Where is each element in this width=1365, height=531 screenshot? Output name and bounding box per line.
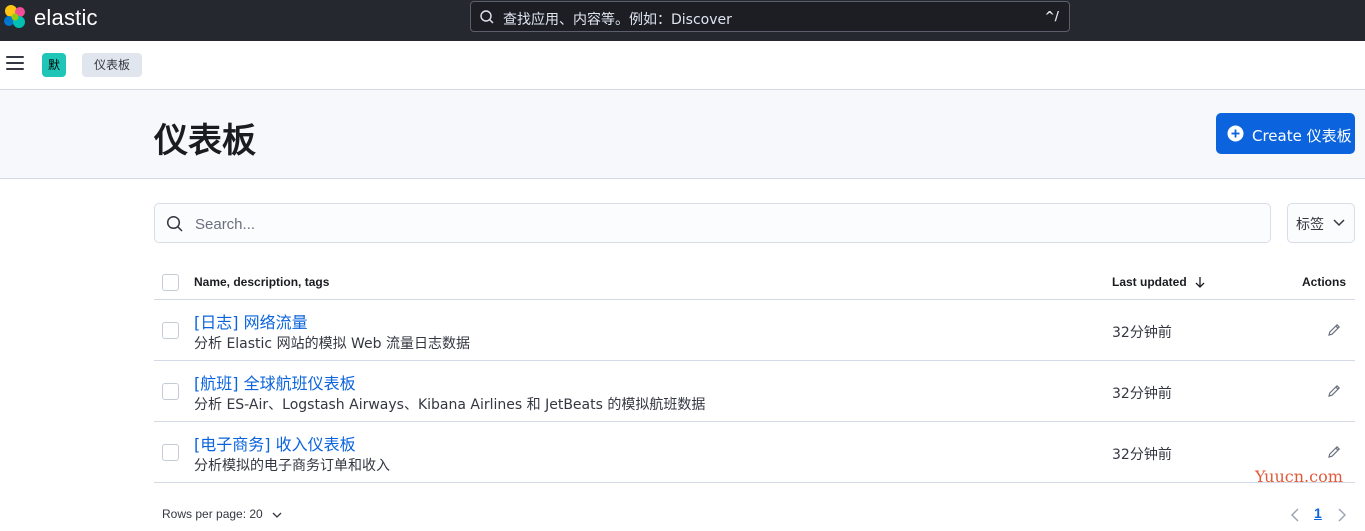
hamburger-menu-icon[interactable]: [6, 56, 24, 72]
global-search-placeholder: 查找应用、内容等。例如：Discover: [503, 12, 732, 28]
pencil-icon[interactable]: [1326, 383, 1342, 399]
chevron-down-icon: [272, 512, 282, 518]
column-name[interactable]: Name, description, tags: [194, 275, 329, 289]
dashboard-title-link[interactable]: [电子商务] 收入仪表板: [194, 431, 356, 455]
search-icon: [480, 10, 494, 24]
rows-per-page-selector[interactable]: Rows per page: 20: [162, 507, 282, 521]
secondary-header: 默 仪表板: [0, 41, 1365, 90]
tags-filter-button[interactable]: 标签: [1287, 203, 1355, 243]
row-checkbox[interactable]: [162, 444, 179, 461]
chevron-left-icon[interactable]: [1290, 508, 1300, 522]
dashboard-title-link[interactable]: [航班] 全球航班仪表板: [194, 370, 356, 394]
column-last-updated[interactable]: Last updated: [1112, 275, 1187, 289]
plus-circle-icon: [1227, 125, 1244, 142]
page-header: 仪表板 Create 仪表板: [0, 90, 1365, 179]
table-header: Name, description, tags Last updated Act…: [154, 264, 1355, 300]
table-row: [日志] 网络流量 分析 Elastic 网站的模拟 Web 流量日志数据 32…: [154, 300, 1355, 361]
last-updated-value: 32分钟前: [1112, 386, 1172, 402]
pagination-page-1[interactable]: 1: [1314, 505, 1322, 521]
chevron-down-icon: [1333, 219, 1345, 227]
logo-text[interactable]: elastic: [34, 5, 98, 31]
dashboard-description: 分析 ES-Air、Logstash Airways、Kibana Airlin…: [194, 397, 706, 413]
tags-filter-label: 标签: [1296, 217, 1324, 233]
search-icon: [166, 215, 183, 232]
row-checkbox[interactable]: [162, 322, 179, 339]
dashboard-description: 分析模拟的电子商务订单和收入: [194, 458, 390, 474]
global-search-bar[interactable]: 查找应用、内容等。例如：Discover ^/: [470, 1, 1070, 32]
dashboards-table: Name, description, tags Last updated Act…: [154, 264, 1355, 483]
chevron-right-icon[interactable]: [1337, 508, 1347, 522]
search-input[interactable]: [193, 212, 1257, 236]
pencil-icon[interactable]: [1326, 322, 1342, 338]
row-checkbox[interactable]: [162, 383, 179, 400]
dashboard-description: 分析 Elastic 网站的模拟 Web 流量日志数据: [194, 336, 471, 352]
breadcrumb: 仪表板: [82, 53, 143, 77]
select-all-checkbox[interactable]: [162, 274, 179, 291]
table-row: [电子商务] 收入仪表板 分析模拟的电子商务订单和收入 32分钟前: [154, 422, 1355, 483]
keyboard-shortcut-hint: ^/: [1044, 9, 1059, 23]
pencil-icon[interactable]: [1326, 444, 1342, 460]
top-header: elastic 查找应用、内容等。例如：Discover ^/: [0, 0, 1365, 41]
dashboard-search-field[interactable]: [154, 203, 1271, 243]
create-dashboard-button[interactable]: Create 仪表板: [1216, 113, 1355, 154]
rows-per-page-label: Rows per page: 20: [162, 507, 263, 521]
dashboard-title-link[interactable]: [日志] 网络流量: [194, 309, 308, 333]
elastic-logo-icon[interactable]: [2, 4, 28, 30]
table-row: [航班] 全球航班仪表板 分析 ES-Air、Logstash Airways、…: [154, 361, 1355, 422]
space-avatar[interactable]: 默: [42, 53, 66, 77]
last-updated-value: 32分钟前: [1112, 325, 1172, 341]
sort-arrow-down-icon[interactable]: [1195, 276, 1205, 288]
watermark-text: Yuucn.com: [1255, 467, 1343, 486]
page-title: 仪表板: [154, 121, 256, 161]
column-actions: Actions: [1302, 275, 1347, 289]
last-updated-value: 32分钟前: [1112, 447, 1172, 463]
create-button-label: Create 仪表板: [1252, 127, 1352, 145]
